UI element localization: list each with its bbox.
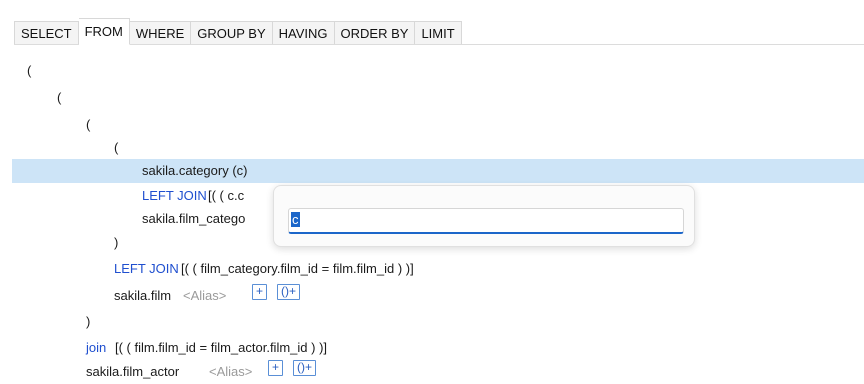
add-paren-button[interactable]: ()+ [277, 284, 300, 300]
code-line: sakila.film_actor <Alias> + ()+ [0, 360, 864, 384]
close-paren[interactable]: ) [114, 231, 118, 255]
add-table-button[interactable]: + [252, 284, 268, 300]
code-line: ( [0, 136, 864, 160]
alias-input[interactable]: c [288, 208, 684, 234]
code-line: join [( ( film.film_id = film_actor.film… [0, 336, 864, 360]
join-keyword[interactable]: LEFT JOIN [142, 184, 207, 208]
open-paren[interactable]: ( [86, 113, 90, 137]
open-paren[interactable]: ( [57, 86, 61, 110]
code-line: ( [0, 86, 864, 110]
join-condition[interactable]: [( ( film.film_id = film_actor.film_id )… [115, 336, 327, 360]
table-name[interactable]: sakila.film_catego [142, 207, 245, 231]
alias-edit-popup: c [273, 185, 695, 247]
open-paren[interactable]: ( [27, 59, 31, 83]
close-paren[interactable]: ) [86, 310, 90, 334]
tab-from[interactable]: FROM [78, 18, 130, 45]
open-paren[interactable]: ( [114, 136, 118, 160]
join-condition[interactable]: [( ( c.c [208, 184, 244, 208]
table-name[interactable]: sakila.film_actor [86, 360, 179, 384]
table-name[interactable]: sakila.category (c) [142, 159, 247, 183]
selected-text[interactable]: c [291, 212, 300, 227]
code-line: sakila.film <Alias> + ()+ [0, 284, 864, 308]
join-condition[interactable]: [( ( film_category.film_id = film.film_i… [181, 257, 414, 281]
alias-placeholder[interactable]: <Alias> [183, 284, 226, 308]
table-name[interactable]: sakila.film [114, 284, 171, 308]
code-line: ( [0, 59, 864, 83]
code-line-selected[interactable]: sakila.category (c) [12, 159, 864, 183]
alias-placeholder[interactable]: <Alias> [209, 360, 252, 384]
code-line: LEFT JOIN [( ( film_category.film_id = f… [0, 257, 864, 281]
join-keyword[interactable]: LEFT JOIN [114, 257, 179, 281]
code-line: ( [0, 113, 864, 137]
join-keyword[interactable]: join [86, 336, 106, 360]
code-line: ) [0, 310, 864, 334]
